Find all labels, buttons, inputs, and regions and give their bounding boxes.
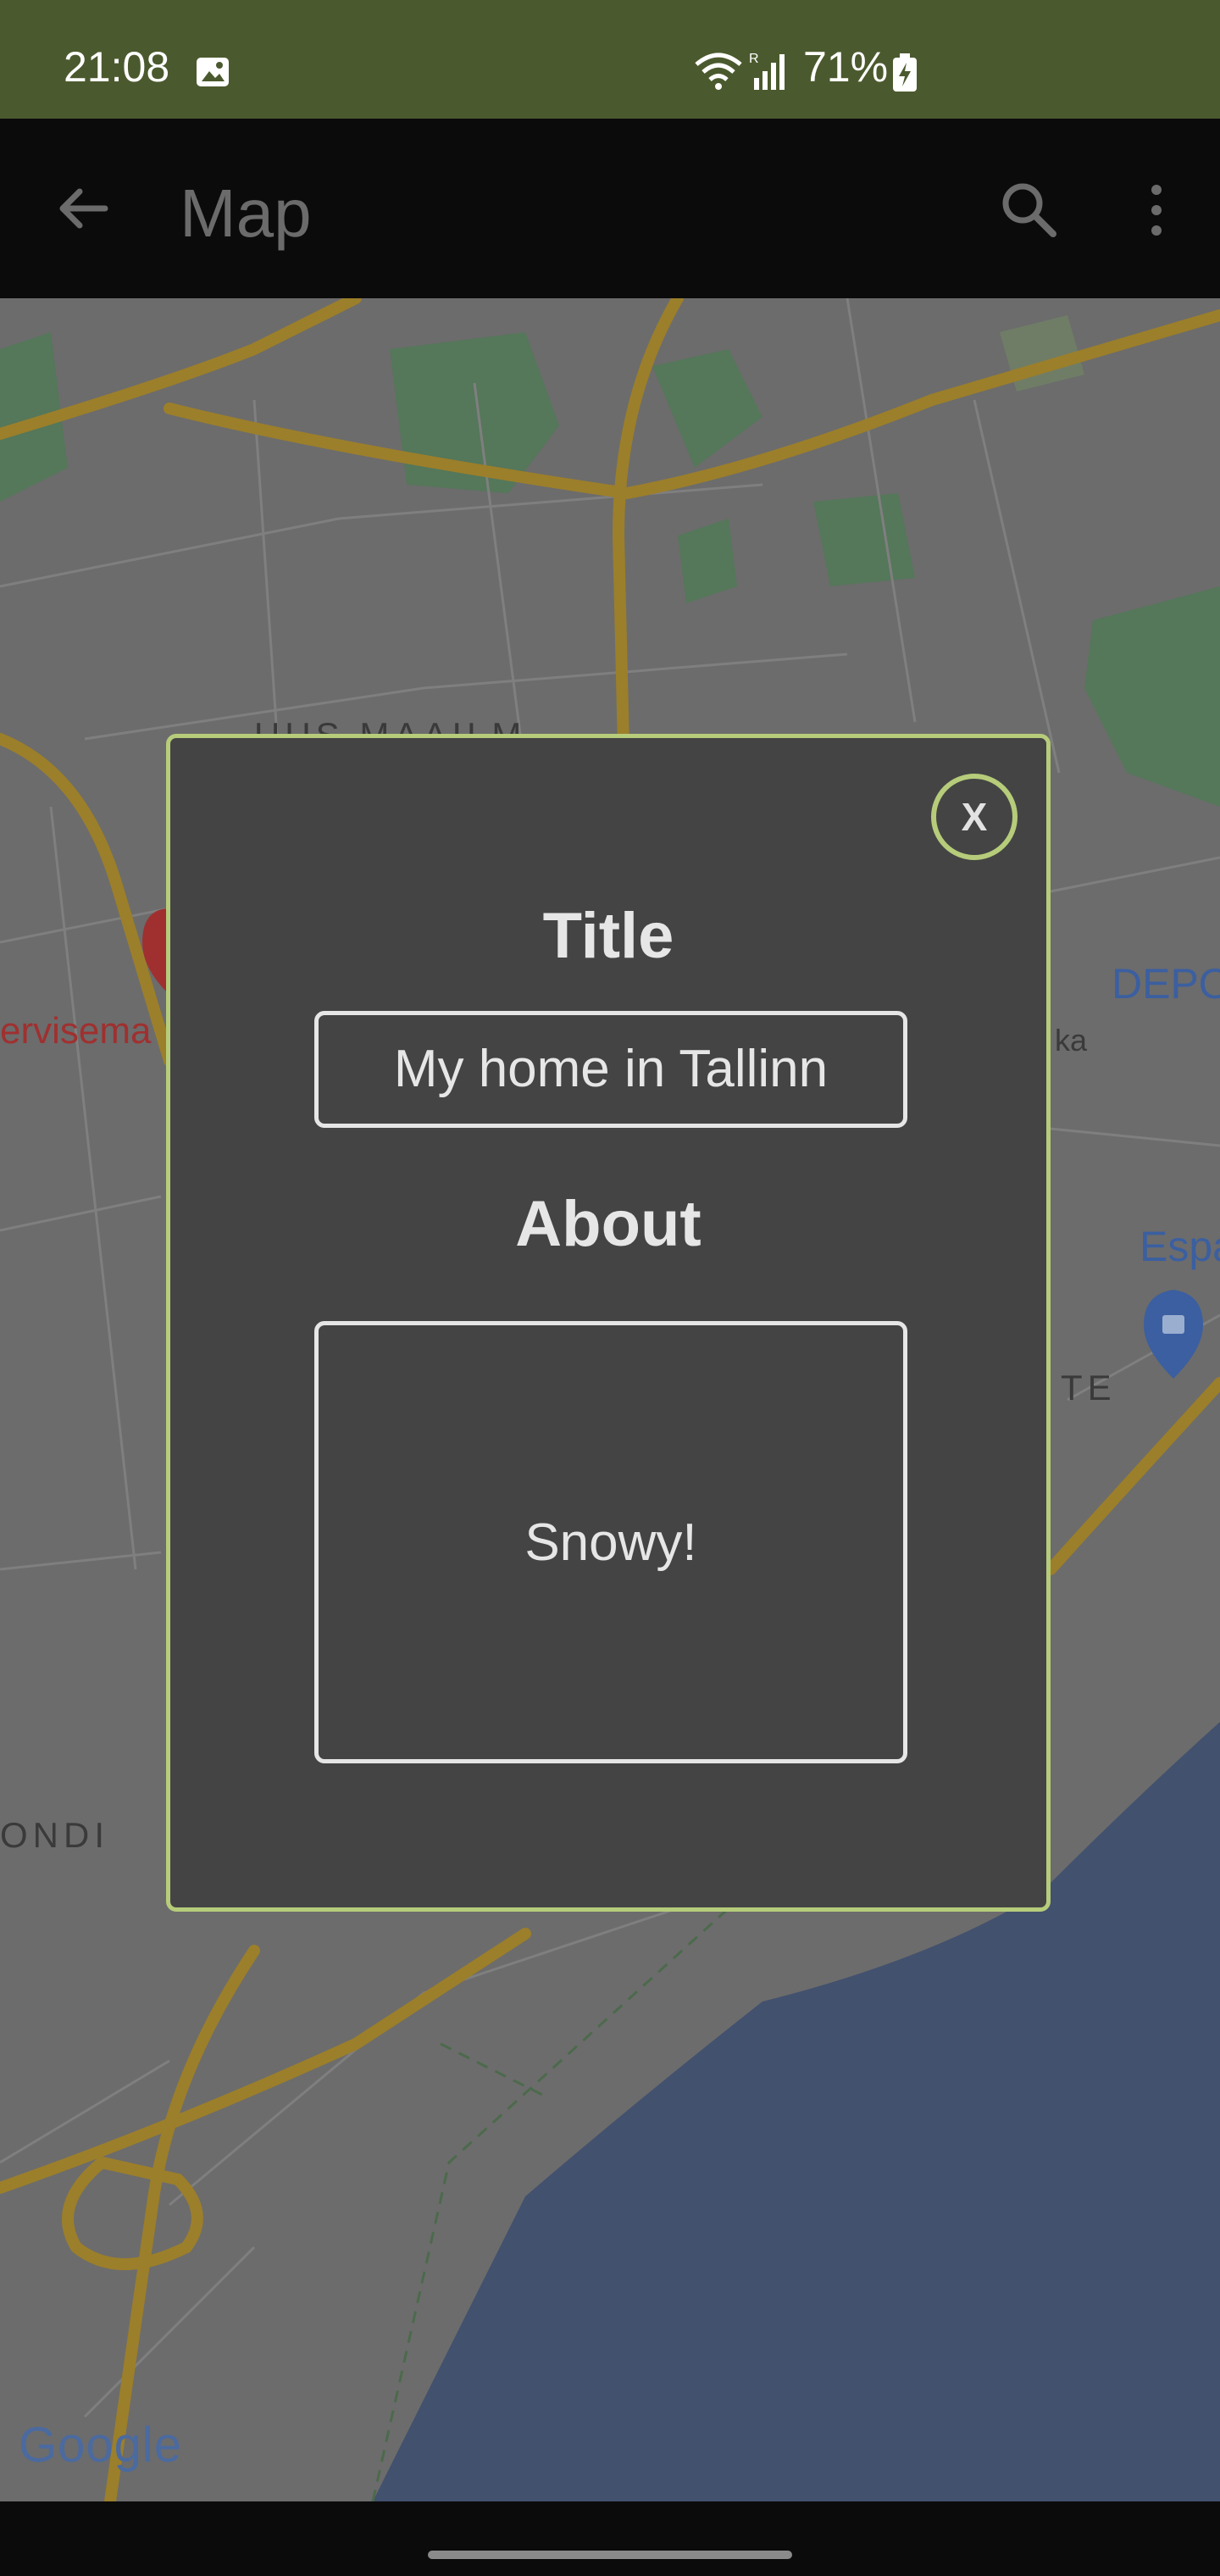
search-icon[interactable] xyxy=(995,176,1063,244)
battery-percent: 71% xyxy=(803,43,889,91)
about-label: About xyxy=(515,1188,702,1260)
app-title: Map xyxy=(180,175,312,251)
home-gesture-handle[interactable] xyxy=(428,2551,792,2559)
svg-text:R: R xyxy=(749,52,759,66)
map-label-street: ka xyxy=(1055,1023,1088,1058)
navigation-bar xyxy=(0,2501,1220,2576)
battery-charging-icon xyxy=(893,53,917,92)
status-bar: 21:08 R 71% xyxy=(0,0,1220,119)
about-text: Snowy! xyxy=(524,1513,697,1572)
title-input[interactable]: My home in Tallinn xyxy=(314,1011,907,1128)
signal-icon: R xyxy=(749,52,785,90)
more-options-icon[interactable] xyxy=(1135,176,1178,244)
back-arrow-icon[interactable] xyxy=(49,175,117,242)
close-button[interactable]: X xyxy=(931,774,1018,860)
map-label-place-right2: Espa xyxy=(1140,1223,1220,1270)
map-label-district-right: TE xyxy=(1061,1368,1117,1407)
status-time: 21:08 xyxy=(64,43,170,91)
about-input[interactable]: Snowy! xyxy=(314,1321,907,1763)
gallery-notification-icon xyxy=(197,58,229,86)
marker-dialog: X Title My home in Tallinn About Snowy! xyxy=(166,734,1051,1912)
app-bar: Map xyxy=(0,119,1220,298)
map-label-district-left: ONDI xyxy=(0,1815,109,1855)
title-label: Title xyxy=(542,900,674,972)
map-label-place-left: ervisema xyxy=(0,1010,152,1052)
google-logo: Google xyxy=(19,2418,183,2473)
map-label-place-right: DEPO xyxy=(1112,960,1220,1008)
wifi-icon xyxy=(695,53,742,90)
